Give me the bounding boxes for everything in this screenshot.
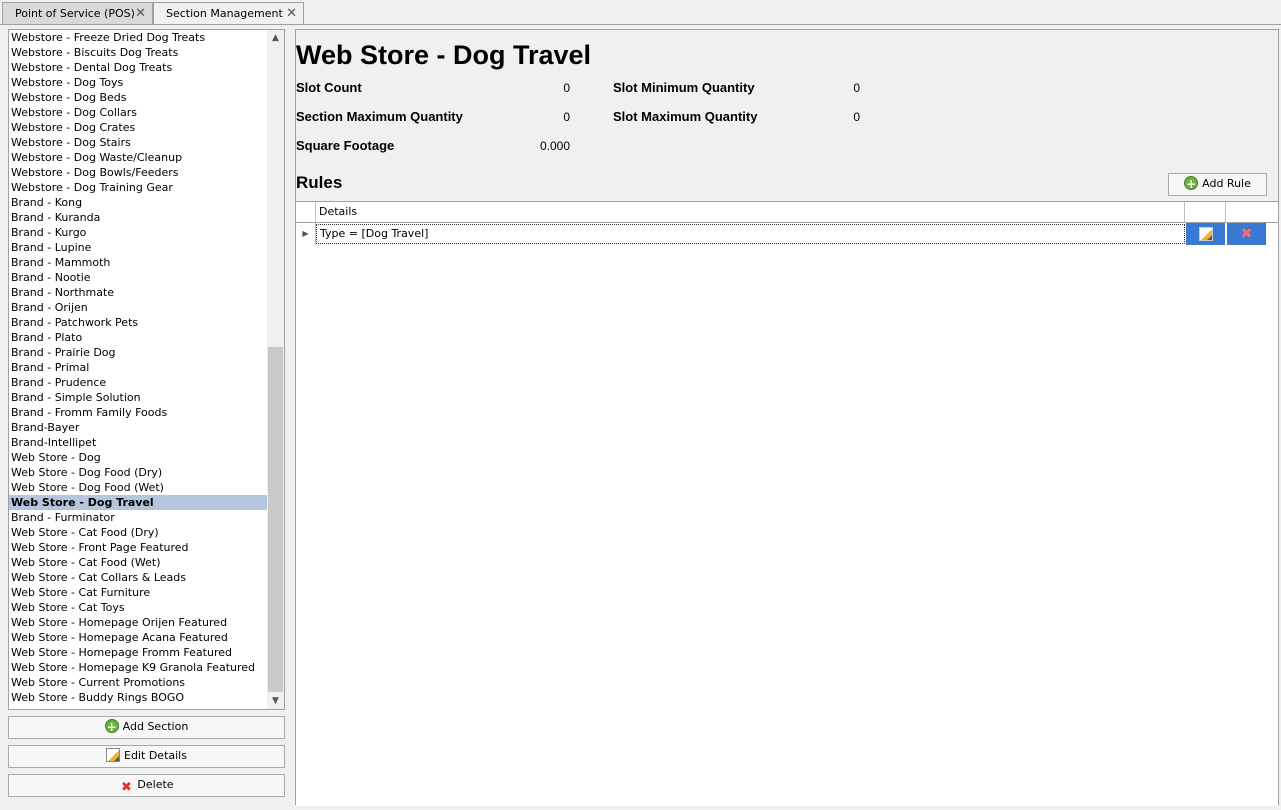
section-items: Webstore - Freeze Dried Dog Treats Websto… <box>9 30 267 705</box>
list-item[interactable]: Web Store - Cat Toys <box>9 600 267 615</box>
list-item[interactable]: Brand - Prairie Dog <box>9 345 267 360</box>
list-item[interactable]: Webstore - Dental Dog Treats <box>9 60 267 75</box>
list-item[interactable]: Webstore - Dog Bowls/Feeders <box>9 165 267 180</box>
list-item[interactable]: Web Store - Front Page Featured <box>9 540 267 555</box>
edit-rule-button[interactable] <box>1185 223 1225 245</box>
add-icon <box>1184 174 1199 194</box>
section-detail-panel: Web Store - Dog Travel Slot Count 0 Slot… <box>295 29 1279 806</box>
delete-rule-button[interactable]: ✖ <box>1226 223 1266 245</box>
list-item[interactable]: Web Store - Homepage Orijen Featured <box>9 615 267 630</box>
list-item[interactable]: Brand - Patchwork Pets <box>9 315 267 330</box>
list-item[interactable]: Web Store - Dog Food (Wet) <box>9 480 267 495</box>
section-max-value: 0 <box>563 110 570 124</box>
list-item[interactable]: Webstore - Dog Toys <box>9 75 267 90</box>
list-item[interactable]: Brand - Simple Solution <box>9 390 267 405</box>
list-item[interactable]: Web Store - Cat Collars & Leads <box>9 570 267 585</box>
list-item[interactable]: Webstore - Biscuits Dog Treats <box>9 45 267 60</box>
list-item[interactable]: Brand - Prudence <box>9 375 267 390</box>
list-item[interactable]: Brand - Furminator <box>9 510 267 525</box>
add-rule-label: Add Rule <box>1202 177 1251 190</box>
tab-point-of-service[interactable]: Point of Service (POS) ✕ <box>2 2 153 24</box>
rules-heading: Rules <box>296 173 343 192</box>
tab-label: Section Management <box>166 7 283 20</box>
slot-max-value: 0 <box>853 110 860 124</box>
delete-icon: ✖ <box>120 780 132 795</box>
add-icon <box>104 717 119 737</box>
delete-button[interactable]: ✖ Delete <box>8 774 285 797</box>
list-item[interactable]: Web Store - Buddy Rings BOGO <box>9 690 267 705</box>
column-header-edit <box>1185 202 1226 222</box>
list-item[interactable]: Brand - Primal <box>9 360 267 375</box>
list-item[interactable]: Brand - Nootie <box>9 270 267 285</box>
grid-header: Details <box>296 202 1278 223</box>
list-item[interactable]: Webstore - Dog Training Gear <box>9 180 267 195</box>
tab-bar: Point of Service (POS) ✕ Section Managem… <box>0 0 1281 25</box>
list-item[interactable]: Brand - Plato <box>9 330 267 345</box>
tab-divider <box>0 24 1281 25</box>
list-item[interactable]: Webstore - Freeze Dried Dog Treats <box>9 30 267 45</box>
rule-details-cell[interactable]: Type = [Dog Travel] <box>316 224 1185 244</box>
list-item[interactable]: Brand - Fromm Family Foods <box>9 405 267 420</box>
row-indicator-header <box>296 202 316 222</box>
slot-min-value: 0 <box>853 81 860 95</box>
edit-icon <box>1198 227 1213 241</box>
list-item[interactable]: Webstore - Dog Collars <box>9 105 267 120</box>
column-header-details[interactable]: Details <box>316 202 1185 222</box>
square-footage-label: Square Footage <box>296 138 395 153</box>
add-section-button[interactable]: Add Section <box>8 716 285 739</box>
add-section-label: Add Section <box>122 720 189 733</box>
edit-details-button[interactable]: Edit Details <box>8 745 285 768</box>
list-item[interactable]: Webstore - Dog Beds <box>9 90 267 105</box>
list-item[interactable]: Brand-Bayer <box>9 420 267 435</box>
scroll-up-icon[interactable]: ▲ <box>267 30 284 46</box>
list-item[interactable]: Brand - Kuranda <box>9 210 267 225</box>
list-item[interactable]: Web Store - Dog Food (Dry) <box>9 465 267 480</box>
list-item[interactable]: Brand - Kong <box>9 195 267 210</box>
list-item[interactable]: Web Store - Cat Furniture <box>9 585 267 600</box>
list-item[interactable]: Brand - Kurgo <box>9 225 267 240</box>
scrollbar-thumb[interactable] <box>268 347 283 692</box>
slot-max-label: Slot Maximum Quantity <box>613 109 758 124</box>
scroll-down-icon[interactable]: ▼ <box>267 693 284 709</box>
list-item[interactable]: Webstore - Dog Crates <box>9 120 267 135</box>
slot-count-label: Slot Count <box>296 80 362 95</box>
list-item[interactable]: Web Store - Homepage Fromm Featured <box>9 645 267 660</box>
edit-details-label: Edit Details <box>124 749 187 762</box>
tab-label: Point of Service (POS) <box>15 7 135 20</box>
close-icon[interactable]: ✕ <box>286 3 297 24</box>
list-item[interactable]: Brand - Mammoth <box>9 255 267 270</box>
slot-min-label: Slot Minimum Quantity <box>613 80 755 95</box>
table-row[interactable]: ▶ Type = [Dog Travel] ✖ <box>296 223 1278 245</box>
delete-label: Delete <box>137 778 174 791</box>
section-max-label: Section Maximum Quantity <box>296 109 463 124</box>
list-item[interactable]: Web Store - Dog <box>9 450 267 465</box>
list-item[interactable]: Web Store - Current Promotions <box>9 675 267 690</box>
list-item[interactable]: Webstore - Dog Stairs <box>9 135 267 150</box>
square-footage-value: 0.000 <box>539 139 570 153</box>
list-item[interactable]: Web Store - Dog Travel <box>9 495 267 510</box>
tab-section-management[interactable]: Section Management ✕ <box>153 2 304 25</box>
list-item[interactable]: Brand - Northmate <box>9 285 267 300</box>
scrollbar[interactable]: ▲ ▼ <box>267 30 284 709</box>
list-item[interactable]: Web Store - Homepage Acana Featured <box>9 630 267 645</box>
add-rule-button[interactable]: Add Rule <box>1168 173 1267 196</box>
close-icon[interactable]: ✕ <box>135 3 146 24</box>
list-item[interactable]: Brand-Intellipet <box>9 435 267 450</box>
page-title: Web Store - Dog Travel <box>296 40 592 70</box>
list-item[interactable]: Web Store - Cat Food (Dry) <box>9 525 267 540</box>
list-item[interactable]: Brand - Lupine <box>9 240 267 255</box>
section-list[interactable]: Webstore - Freeze Dried Dog Treats Websto… <box>8 29 285 710</box>
list-item[interactable]: Web Store - Cat Food (Wet) <box>9 555 267 570</box>
row-expand-icon[interactable]: ▶ <box>296 223 316 245</box>
delete-icon: ✖ <box>1240 226 1253 242</box>
list-item[interactable]: Web Store - Homepage K9 Granola Featured <box>9 660 267 675</box>
list-item[interactable]: Webstore - Dog Waste/Cleanup <box>9 150 267 165</box>
slot-count-value: 0 <box>563 81 570 95</box>
edit-icon <box>106 748 121 762</box>
rules-grid: Details ▶ Type = [Dog Travel] ✖ <box>296 201 1278 806</box>
list-item[interactable]: Brand - Orijen <box>9 300 267 315</box>
